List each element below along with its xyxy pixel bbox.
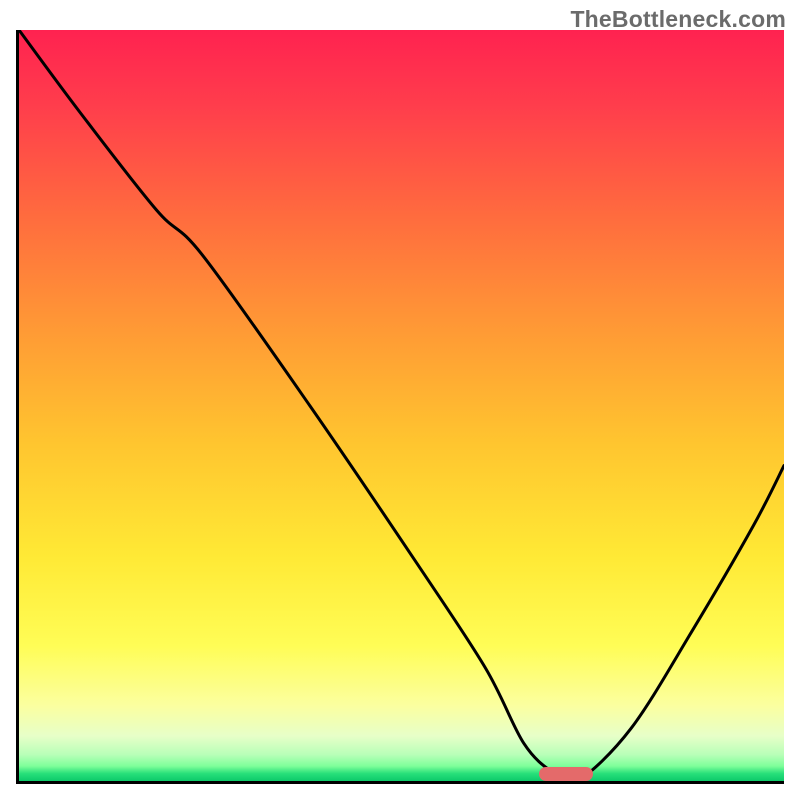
optimal-marker (539, 767, 593, 781)
bottleneck-curve (19, 30, 784, 781)
watermark-text: TheBottleneck.com (570, 6, 786, 33)
plot-area (16, 30, 784, 784)
